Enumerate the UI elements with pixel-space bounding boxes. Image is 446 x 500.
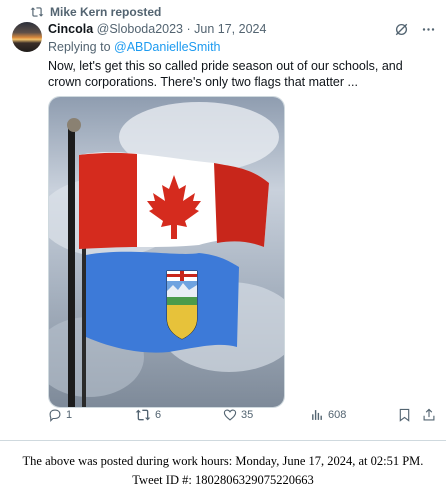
caption-line-1: The above was posted during work hours: … [22,454,424,468]
repost-button[interactable]: 6 [135,408,161,422]
avatar[interactable] [12,22,42,52]
user-handle[interactable]: @Sloboda2023 [97,22,183,36]
repost-count: 6 [155,409,162,421]
views-count: 608 [328,409,347,421]
replying-prefix: Replying to [48,40,111,54]
like-button[interactable]: 35 [223,408,253,422]
replying-to: Replying to @ABDanielleSmith [48,40,221,54]
reply-count: 1 [66,409,73,421]
caption: The above was posted during work hours: … [0,452,446,490]
display-name[interactable]: Cincola [48,22,93,36]
heart-icon [223,409,237,421]
replying-mention[interactable]: @ABDanielleSmith [114,40,220,54]
reply-icon [49,409,61,422]
views-icon [312,410,322,420]
repost-icon [135,409,151,421]
bookmark-icon [399,408,410,422]
repost-label[interactable]: Mike Kern reposted [50,5,161,19]
alberta-flag [86,251,239,353]
tweet-image-flags[interactable] [48,96,285,408]
tweet-card[interactable]: Mike Kern reposted Cincola @Sloboda2023 … [0,0,446,441]
flags-photo [49,97,284,407]
views-button[interactable]: 608 [310,408,346,422]
tweet-text: Now, let's get this so called pride seas… [48,59,403,89]
bookmark-button[interactable] [398,408,411,422]
grok-icon[interactable] [394,22,409,37]
share-button[interactable] [422,408,436,422]
caption-line-2: Tweet ID #: 1802806329075220663 [132,473,314,487]
tweet-date[interactable]: Jun 17, 2024 [194,22,266,36]
separator-dot: · [186,22,191,36]
repost-icon [30,7,44,17]
header-icons [394,22,436,37]
reply-button[interactable]: 1 [48,408,72,422]
tweet-header: Cincola @Sloboda2023 · Jun 17, 2024 [48,22,266,36]
more-icon[interactable] [421,22,436,37]
share-icon [423,408,435,421]
repost-banner: Mike Kern reposted [30,5,161,19]
like-count: 35 [241,409,254,421]
